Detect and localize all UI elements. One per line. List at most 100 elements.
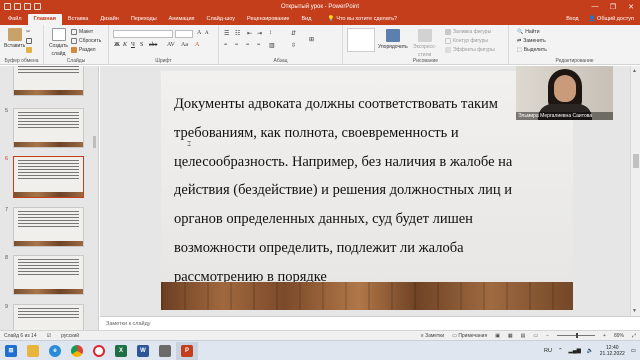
- zoom-in-icon[interactable]: +: [603, 333, 606, 339]
- tab-insert[interactable]: Вставка: [62, 14, 94, 25]
- taskbar-powerpoint[interactable]: P: [176, 341, 198, 360]
- scroll-up-icon[interactable]: ▲: [632, 68, 637, 74]
- shapes-gallery[interactable]: [347, 28, 375, 52]
- text-direction-icon[interactable]: ⇵: [291, 30, 296, 37]
- select-button[interactable]: ⬚ Выделить: [517, 47, 547, 53]
- reading-view-icon[interactable]: ▤: [521, 333, 526, 339]
- shadow-icon[interactable]: S: [140, 42, 143, 48]
- italic-icon[interactable]: К: [123, 42, 127, 48]
- save-icon[interactable]: [4, 3, 11, 10]
- bold-icon[interactable]: Ж: [114, 42, 120, 48]
- comments-toggle[interactable]: ▭ Примечания: [452, 333, 487, 339]
- thumbnails-scrollbar[interactable]: [93, 66, 96, 330]
- zoom-level[interactable]: 89%: [614, 333, 624, 339]
- zoom-out-icon[interactable]: −: [546, 333, 549, 339]
- taskbar-word[interactable]: W: [132, 342, 154, 360]
- tab-home[interactable]: Главная: [27, 14, 62, 25]
- find-button[interactable]: 🔍 Найти: [517, 29, 540, 35]
- editor-scrollbar[interactable]: ▲ ▼: [630, 66, 640, 316]
- slide-thumbnails-pane[interactable]: 5 6 7 8 9: [0, 66, 99, 330]
- align-left-icon[interactable]: ≡: [224, 42, 227, 48]
- underline-icon[interactable]: Ч: [131, 42, 135, 48]
- paste-button[interactable]: Вставить: [4, 28, 25, 49]
- tab-file[interactable]: Файл: [2, 14, 28, 25]
- notifications-icon[interactable]: ▭: [631, 348, 636, 354]
- line-spacing-icon[interactable]: ↕: [269, 30, 272, 36]
- replace-button[interactable]: ⇄ Заменить: [517, 38, 546, 44]
- format-painter-button[interactable]: [26, 47, 32, 53]
- smartart-icon[interactable]: ⊞: [309, 36, 314, 43]
- font-color-icon[interactable]: A: [195, 42, 199, 48]
- zoom-slider[interactable]: [557, 333, 596, 338]
- taskbar-app[interactable]: [154, 342, 176, 360]
- slide-text-box[interactable]: Документы адвоката должны соответствоват…: [174, 90, 564, 292]
- notes-toggle[interactable]: ≡ Заметки: [421, 333, 444, 339]
- scrollbar-thumb[interactable]: [633, 154, 639, 168]
- notes-pane[interactable]: Заметки к слайду: [100, 316, 640, 330]
- slideshow-start-icon[interactable]: [34, 3, 41, 10]
- close-button[interactable]: ✕: [622, 0, 640, 13]
- columns-icon[interactable]: ▥: [269, 42, 275, 49]
- shape-outline-button[interactable]: Контур фигуры: [445, 38, 488, 44]
- taskbar-explorer[interactable]: [22, 342, 44, 360]
- slideshow-view-icon[interactable]: ▭: [533, 333, 538, 339]
- case-icon[interactable]: Aa: [181, 42, 188, 48]
- section-button[interactable]: Раздел: [71, 47, 96, 53]
- slide-thumbnail[interactable]: [13, 304, 84, 330]
- shrink-font-icon[interactable]: A: [205, 31, 209, 36]
- align-text-icon[interactable]: ⇳: [291, 42, 296, 49]
- volume-icon[interactable]: 🔈: [587, 348, 594, 354]
- reset-button[interactable]: Сбросить: [71, 38, 101, 44]
- undo-icon[interactable]: [14, 3, 21, 10]
- font-name-box[interactable]: [113, 30, 173, 38]
- current-slide[interactable]: Документы адвоката должны соответствоват…: [161, 71, 573, 310]
- shape-effects-button[interactable]: Эффекты фигуры: [445, 47, 495, 53]
- tell-me-search[interactable]: 💡 Что вы хотите сделать?: [321, 14, 403, 25]
- tab-slideshow[interactable]: Слайд-шоу: [201, 14, 242, 25]
- spacing-icon[interactable]: AV: [167, 42, 175, 48]
- arrange-button[interactable]: Упорядочить: [378, 29, 408, 50]
- chevron-up-icon[interactable]: ⌃: [558, 348, 563, 354]
- tab-view[interactable]: Вид: [296, 14, 318, 25]
- slide-thumbnail[interactable]: [13, 207, 84, 247]
- taskbar-edge[interactable]: e: [44, 342, 66, 360]
- tab-transitions[interactable]: Переходы: [125, 14, 163, 25]
- minimize-button[interactable]: —: [586, 0, 604, 13]
- new-slide-button[interactable]: Создать слайд: [49, 28, 68, 57]
- justify-icon[interactable]: ≡: [257, 42, 260, 48]
- numbering-icon[interactable]: ☷: [235, 30, 240, 37]
- clock[interactable]: 12:40 21.12.2022: [600, 345, 625, 357]
- font-size-box[interactable]: [175, 30, 193, 38]
- slide-thumbnail-selected[interactable]: [13, 156, 84, 198]
- sign-in-link[interactable]: Вход: [566, 14, 578, 25]
- tab-animation[interactable]: Анимация: [163, 14, 201, 25]
- taskbar-excel[interactable]: X: [110, 342, 132, 360]
- cut-button[interactable]: ✂: [26, 29, 30, 35]
- taskbar-chrome[interactable]: [66, 342, 88, 360]
- increase-indent-icon[interactable]: ⇥: [257, 30, 262, 37]
- normal-view-icon[interactable]: ▣: [495, 333, 500, 339]
- start-button[interactable]: ⊞: [0, 342, 22, 360]
- redo-icon[interactable]: [24, 3, 31, 10]
- grow-font-icon[interactable]: A: [197, 30, 201, 36]
- scroll-down-icon[interactable]: ▼: [632, 308, 637, 314]
- keyboard-language[interactable]: RU: [544, 348, 552, 354]
- fit-to-window-icon[interactable]: ⤢: [632, 333, 636, 339]
- sorter-view-icon[interactable]: ▦: [508, 333, 513, 339]
- tab-design[interactable]: Дизайн: [94, 14, 125, 25]
- quick-styles-button[interactable]: Экспресс- стили: [413, 29, 436, 58]
- strikethrough-icon[interactable]: abc: [149, 42, 157, 48]
- shape-fill-button[interactable]: Заливка фигуры: [445, 29, 491, 35]
- slide-thumbnail[interactable]: [13, 255, 84, 295]
- network-icon[interactable]: ▂▄▆: [569, 348, 581, 354]
- taskbar-opera[interactable]: [88, 342, 110, 360]
- slide-thumbnail[interactable]: [13, 66, 84, 96]
- spellcheck-icon[interactable]: ☑: [47, 333, 51, 339]
- tab-review[interactable]: Рецензирование: [241, 14, 295, 25]
- restore-button[interactable]: ❐: [604, 0, 622, 13]
- align-center-icon[interactable]: ≡: [235, 42, 238, 48]
- bullets-icon[interactable]: ☰: [224, 30, 229, 37]
- layout-button[interactable]: Макет: [71, 29, 93, 35]
- slide-thumbnail[interactable]: [13, 108, 84, 148]
- copy-button[interactable]: [26, 38, 32, 44]
